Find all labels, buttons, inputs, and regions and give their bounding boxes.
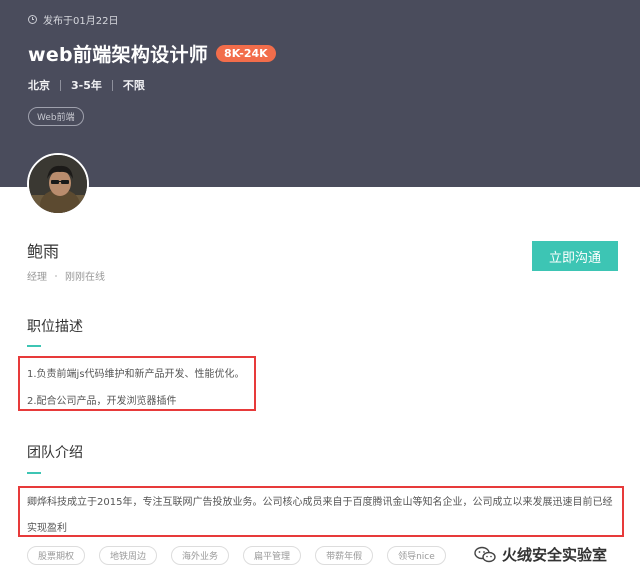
skill-tag[interactable]: Web前端 [28,107,84,126]
benefit-tag: 领导nice [387,546,446,565]
section-title-team: 团队介绍 [27,445,83,461]
benefit-tag: 海外业务 [171,546,230,565]
avatar [27,153,89,215]
title-row: web前端架构设计师 8K-24K [28,40,276,67]
wechat-icon [474,546,496,562]
recruiter-name: 鲍雨 [27,242,60,261]
benefit-tag: 股票期权 [27,546,86,565]
recruiter-info: 经理 刚刚在线 [27,268,105,283]
meta-divider [111,79,113,91]
description-line: 1.负责前端js代码维护和新产品开发、性能优化。 [27,369,245,380]
description-line: 2.配合公司产品，开发浏览器插件 [27,396,177,407]
job-meta: 北京 3-5年 不限 [28,77,145,93]
meta-location: 北京 [28,79,50,92]
benefit-tag: 地铁周边 [99,546,158,565]
meta-education: 不限 [122,79,145,92]
publish-date: 发布于01月22日 [43,16,119,27]
watermark-text: 火绒安全实验室 [502,546,608,564]
recruiter-role: 经理 [27,272,47,283]
salary-badge: 8K-24K [216,45,276,62]
benefit-tags: 股票期权 地铁周边 海外业务 扁平管理 带薪年假 领导nice [27,546,446,565]
dot-divider [55,274,57,277]
section-title-description: 职位描述 [27,319,83,335]
recruiter-status: 刚刚在线 [65,272,105,283]
section-accent-line [27,472,41,474]
watermark: 火绒安全实验室 [474,544,607,565]
team-description: 卿烨科技成立于2015年，专注互联网广告投放业务。公司核心成员来自于百度腾讯金山… [27,497,613,534]
meta-experience: 3-5年 [71,79,102,92]
meta-divider [60,79,61,91]
publish-info: 发布于01月22日 [28,12,118,27]
clock-icon [28,15,37,24]
job-header: 发布于01月22日 web前端架构设计师 8K-24K 北京 3-5年 不限 W… [0,0,640,187]
section-accent-line [27,345,41,347]
benefit-tag: 扁平管理 [243,546,302,565]
avatar-image [29,155,87,213]
benefit-tag: 带薪年假 [315,546,374,565]
chat-button[interactable]: 立即沟通 [532,241,618,271]
job-title: web前端架构设计师 [28,44,209,66]
